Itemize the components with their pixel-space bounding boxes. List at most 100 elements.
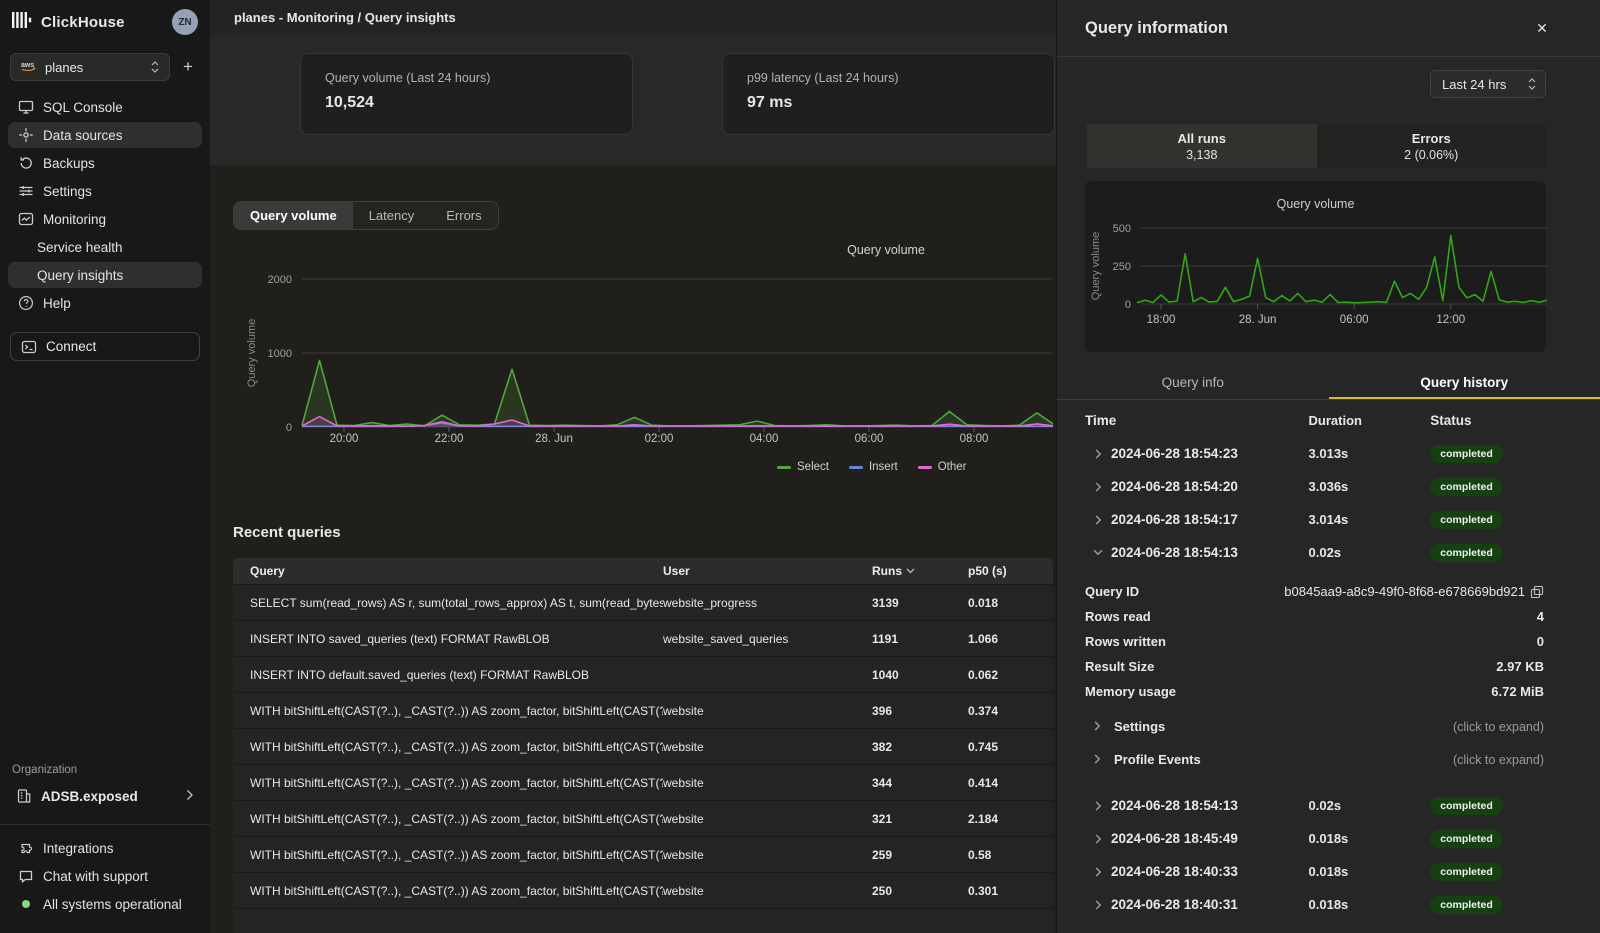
main-header: planes - Monitoring / Query insights [210,0,1056,35]
detail-row-rows-read: Rows read4 [1085,604,1544,629]
detail-value: 2.97 KB [1496,659,1544,674]
footer-item-label: Chat with support [43,869,148,884]
cell-runs: 344 [872,776,968,790]
svg-text:08:00: 08:00 [960,433,989,445]
history-row[interactable]: 2024-06-28 18:54:233.013scompleted [1085,437,1544,470]
service-selector[interactable]: aws planes [10,53,170,81]
sidebar-item-label: Query insights [37,268,123,283]
history-status: completed [1430,444,1544,463]
copy-icon[interactable] [1530,585,1544,599]
detail-label: Rows read [1085,609,1151,624]
table-row[interactable]: WITH bitShiftLeft(CAST(?..), _CAST(?..))… [233,836,1053,872]
svg-text:18:00: 18:00 [1147,314,1176,326]
recent-queries-heading: Recent queries [233,524,1056,541]
expander-hint: (click to expand) [1453,720,1544,734]
detail-row-memory-usage: Memory usage6.72 MiB [1085,679,1544,704]
history-time-cell: 2024-06-28 18:40:33 [1085,864,1309,879]
column-header-user[interactable]: User [663,564,872,578]
history-row[interactable]: 2024-06-28 18:54:130.02scompleted [1085,536,1544,569]
history-duration: 0.018s [1309,864,1431,879]
column-header-time: Time [1085,413,1309,428]
expander-settings[interactable]: Settings(click to expand) [1085,710,1544,743]
sidebar-item-backups[interactable]: Backups [8,150,202,176]
chevron-right-icon[interactable] [1085,900,1111,910]
sidebar-footer-chat-with-support[interactable]: Chat with support [8,863,202,889]
sidebar-footer-all-systems-operational[interactable]: All systems operational [8,891,202,917]
toggle-errors[interactable]: Errors 2 (0.06%) [1317,124,1547,168]
table-row[interactable]: WITH bitShiftLeft(CAST(?..), _CAST(?..))… [233,800,1053,836]
history-row[interactable]: 2024-06-28 18:54:130.02scompleted [1085,789,1544,822]
table-row[interactable]: WITH bitShiftLeft(CAST(?..), _CAST(?..))… [233,764,1053,800]
svg-text:Query volume: Query volume [1090,232,1102,300]
add-service-button[interactable]: + [176,54,200,80]
sidebar-item-monitoring[interactable]: Monitoring [8,206,202,232]
table-row[interactable]: SELECT sum(read_rows) AS r, sum(total_ro… [233,584,1053,620]
sidebar-item-settings[interactable]: Settings [8,178,202,204]
panel-tab-query-history[interactable]: Query history [1329,370,1600,399]
table-row[interactable]: WITH bitShiftLeft(CAST(?..), _CAST(?..))… [233,728,1053,764]
tab-errors[interactable]: Errors [430,202,497,229]
chevron-right-icon[interactable] [1085,449,1111,459]
user-avatar[interactable]: ZN [172,9,198,35]
chevron-right-icon[interactable] [1085,482,1111,492]
history-time: 2024-06-28 18:54:20 [1111,479,1238,494]
backups-icon [18,155,34,171]
organization-switcher[interactable]: ADSB.exposed [8,782,202,810]
sidebar-item-label: Data sources [43,128,123,143]
organization-icon [16,788,32,804]
tab-latency[interactable]: Latency [353,202,431,229]
cell-p50: 0.018 [968,596,1053,610]
table-row[interactable]: INSERT INTO saved_queries (text) FORMAT … [233,620,1053,656]
toggle-all-runs[interactable]: All runs 3,138 [1087,124,1317,168]
history-duration: 0.018s [1309,897,1431,912]
chevron-right-icon[interactable] [1085,867,1111,877]
cell-query: WITH bitShiftLeft(CAST(?..), _CAST(?..))… [233,704,663,718]
table-row[interactable]: WITH bitShiftLeft(CAST(?..), _CAST(?..))… [233,692,1053,728]
table-row[interactable]: INSERT INTO default.saved_queries (text)… [233,656,1053,692]
connect-button[interactable]: Connect [10,332,200,361]
svg-text:04:00: 04:00 [750,433,779,445]
history-row[interactable]: 2024-06-28 18:40:310.018scompleted [1085,888,1544,921]
history-time-cell: 2024-06-28 18:54:13 [1085,545,1309,560]
column-header-runs[interactable]: Runs [872,564,968,578]
history-time: 2024-06-28 18:54:23 [1111,446,1238,461]
svg-text:1000: 1000 [268,348,292,360]
table-row[interactable]: WITH bitShiftLeft(CAST(?..), _CAST(?..))… [233,872,1053,908]
status-badge: completed [1430,544,1503,562]
history-row[interactable]: 2024-06-28 18:54:203.036scompleted [1085,470,1544,503]
legend-marker [777,466,791,469]
history-row[interactable]: 2024-06-28 18:54:173.014scompleted [1085,503,1544,536]
sidebar-item-sql-console[interactable]: SQL Console [8,94,202,120]
organization-label: Organization [0,764,210,782]
chevron-right-icon[interactable] [1085,801,1111,811]
history-row[interactable]: 2024-06-28 18:40:330.018scompleted [1085,855,1544,888]
legend-item-insert[interactable]: Insert [849,461,898,473]
tab-query-volume[interactable]: Query volume [234,202,353,229]
history-row[interactable]: 2024-06-28 18:45:490.018scompleted [1085,822,1544,855]
column-header-query[interactable]: Query [233,564,663,578]
history-time-cell: 2024-06-28 18:54:23 [1085,446,1309,461]
sidebar-item-service-health[interactable]: Service health [8,234,202,260]
logo-row: ClickHouse ZN [0,0,210,35]
chevron-down-icon[interactable] [1085,549,1111,556]
column-header-p50[interactable]: p50 (s) [968,564,1053,578]
status-badge: completed [1430,797,1503,815]
legend-item-select[interactable]: Select [777,461,829,473]
footer-item-label: Integrations [43,841,114,856]
chevron-up-down-icon [150,60,160,74]
sidebar-item-query-insights[interactable]: Query insights [8,262,202,288]
chevron-right-icon[interactable] [1085,834,1111,844]
time-range-value: Last 24 hrs [1442,77,1506,92]
expander-profile-events[interactable]: Profile Events(click to expand) [1085,743,1544,776]
legend-item-other[interactable]: Other [918,461,967,473]
sidebar-item-data-sources[interactable]: Data sources [8,122,202,148]
panel-tab-query-info[interactable]: Query info [1057,370,1329,399]
sidebar-item-help[interactable]: Help [8,290,202,316]
settings-icon [18,183,34,199]
history-duration: 3.036s [1309,479,1431,494]
close-icon[interactable]: ✕ [1532,20,1552,37]
chevron-right-icon[interactable] [1085,515,1111,525]
table-row-partial[interactable] [233,908,1053,933]
sidebar-footer-integrations[interactable]: Integrations [8,835,202,861]
time-range-select[interactable]: Last 24 hrs [1430,70,1546,98]
